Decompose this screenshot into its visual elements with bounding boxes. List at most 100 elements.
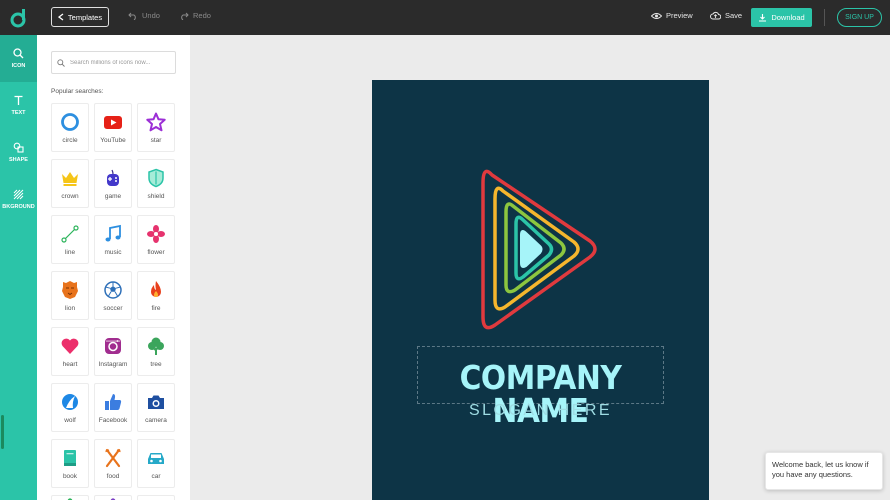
- shield-icon: [148, 168, 164, 187]
- lion-icon: [62, 280, 78, 299]
- rail-item-background[interactable]: BKGROUND: [0, 176, 37, 223]
- music-icon: [105, 224, 121, 241]
- icon-tile-youtube[interactable]: YouTube: [94, 103, 132, 152]
- icon-tile-label: game: [104, 192, 122, 200]
- app-logo[interactable]: [0, 0, 37, 35]
- book-icon: [64, 449, 76, 466]
- circle-icon: [61, 112, 79, 131]
- search-icon: [13, 48, 24, 59]
- car-icon: [148, 452, 164, 464]
- icon-tile-camera[interactable]: camera: [137, 383, 175, 432]
- icon-tile-lion[interactable]: lion: [51, 271, 89, 320]
- fork-knife-icon: [105, 448, 121, 467]
- rail-item-label: TEXT: [11, 110, 26, 116]
- icon-tile-label: YouTube: [100, 136, 126, 144]
- sign-up-label: SIGN UP: [845, 14, 874, 21]
- icon-tile-heart[interactable]: heart: [51, 327, 89, 376]
- icon-tile-label: heart: [62, 360, 78, 368]
- icon-tile-instagram[interactable]: Instagram: [94, 327, 132, 376]
- icon-tile-label: crown: [61, 192, 79, 200]
- shape-icon: [13, 142, 24, 153]
- gamepad-icon: [107, 169, 119, 186]
- rail-scroll-handle[interactable]: [1, 415, 4, 449]
- chevron-left-icon: [57, 13, 64, 21]
- rail-item-icon[interactable]: ICON: [0, 35, 37, 82]
- icon-tile-label: Instagram: [98, 360, 128, 368]
- icon-tile-music[interactable]: music: [94, 215, 132, 264]
- icon-tile-label: camera: [145, 416, 167, 424]
- icon-tile-flower[interactable]: flower: [137, 215, 175, 264]
- redo-button[interactable]: Redo: [179, 11, 211, 20]
- chat-welcome-bubble[interactable]: Welcome back, let us know if you have an…: [765, 452, 883, 490]
- icon-tile-circle[interactable]: circle: [51, 103, 89, 152]
- icon-tile-label: car: [151, 472, 161, 480]
- save-label: Save: [725, 11, 743, 20]
- design-canvas[interactable]: COMPANY NAME SLOGAN HERE: [372, 80, 709, 500]
- icon-tile-star[interactable]: star: [137, 103, 175, 152]
- icon-tile-partial[interactable]: [94, 495, 132, 500]
- wolf-icon: [62, 393, 78, 410]
- heart-icon: [61, 338, 79, 354]
- icon-tile-partial[interactable]: [51, 495, 89, 500]
- icon-tile-label: wolf: [64, 416, 76, 424]
- icon-tile-crown[interactable]: crown: [51, 159, 89, 208]
- company-name-selection-box[interactable]: COMPANY NAME: [417, 346, 664, 427]
- play-logo-icon[interactable]: [372, 80, 709, 340]
- line-icon: [61, 224, 79, 243]
- rail-item-text[interactable]: TEXT: [0, 82, 37, 129]
- templates-button[interactable]: Templates: [51, 7, 109, 27]
- rail-item-shape[interactable]: SHAPE: [0, 129, 37, 176]
- icon-tile-fire[interactable]: fire: [137, 271, 175, 320]
- save-button[interactable]: Save: [710, 11, 742, 20]
- icon-tile-label: lion: [64, 304, 76, 312]
- rail-item-label: ICON: [11, 63, 26, 69]
- logo-icon: [10, 8, 25, 27]
- sign-up-button[interactable]: SIGN UP: [837, 8, 882, 27]
- redo-label: Redo: [193, 11, 211, 20]
- tool-rail: ICON TEXT SHAPE BKGROUND: [0, 35, 37, 500]
- rail-item-label: BKGROUND: [2, 204, 35, 210]
- popular-searches-label: Popular searches:: [51, 88, 104, 95]
- slogan-text[interactable]: SLOGAN HERE: [372, 402, 709, 420]
- icon-tile-tree[interactable]: tree: [137, 327, 175, 376]
- tree-icon: [148, 337, 164, 355]
- icon-tile-facebook[interactable]: Facebook: [94, 383, 132, 432]
- icon-tile-food[interactable]: food: [94, 439, 132, 488]
- icon-panel: Popular searches: circle YouTube star cr…: [37, 35, 190, 500]
- icon-tile-label: Facebook: [98, 416, 128, 424]
- undo-button[interactable]: Undo: [128, 11, 160, 20]
- icon-tile-wolf[interactable]: wolf: [51, 383, 89, 432]
- partial-icon: [67, 498, 73, 500]
- undo-label: Undo: [142, 11, 160, 20]
- icon-search-input[interactable]: [70, 59, 170, 66]
- youtube-icon: [104, 115, 122, 129]
- icon-tile-shield[interactable]: shield: [137, 159, 175, 208]
- eye-icon: [651, 12, 662, 19]
- text-icon: [14, 95, 23, 105]
- icon-tile-line[interactable]: line: [51, 215, 89, 264]
- icon-tile-label: star: [150, 136, 162, 144]
- preview-label: Preview: [666, 11, 693, 20]
- download-label: Download: [771, 13, 805, 22]
- icon-tile-car[interactable]: car: [137, 439, 175, 488]
- icon-search-box[interactable]: [51, 51, 176, 74]
- templates-label: Templates: [67, 12, 103, 22]
- crown-icon: [62, 171, 78, 186]
- icon-tile-soccer[interactable]: soccer: [94, 271, 132, 320]
- icon-grid: circle YouTube star crown game shield li…: [51, 103, 181, 500]
- icon-tile-book[interactable]: book: [51, 439, 89, 488]
- topbar-divider: [824, 9, 825, 26]
- icon-tile-game[interactable]: game: [94, 159, 132, 208]
- chat-message: Welcome back, let us know if you have an…: [772, 460, 869, 480]
- icon-tile-label: line: [64, 248, 76, 256]
- download-icon: [759, 14, 767, 22]
- icon-tile-label: shield: [147, 192, 165, 200]
- search-icon: [57, 58, 65, 67]
- download-button[interactable]: Download: [751, 8, 812, 27]
- cloud-upload-icon: [710, 11, 721, 20]
- preview-button[interactable]: Preview: [651, 11, 693, 20]
- icon-tile-label: fire: [151, 304, 161, 312]
- icon-tile-partial[interactable]: [137, 495, 175, 500]
- icon-tile-label: tree: [150, 360, 162, 368]
- icon-tile-label: flower: [147, 248, 165, 256]
